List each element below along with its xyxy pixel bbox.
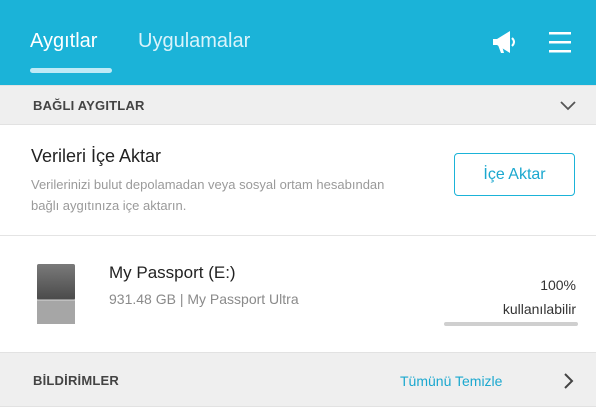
available-label: kullanılabilir (502, 301, 576, 317)
megaphone-icon[interactable] (488, 26, 520, 58)
notifications-header: BİLDİRİMLER Tümünü Temizle (0, 352, 596, 407)
hard-drive-icon (36, 263, 76, 325)
available-percent: 100% (540, 277, 576, 293)
import-data-description: Verilerinizi bulut depolamadan veya sosy… (31, 177, 385, 213)
chevron-down-icon[interactable] (559, 98, 577, 114)
device-info: 931.48 GB | My Passport Ultra (109, 291, 299, 307)
device-item[interactable]: My Passport (E:) 931.48 GB | My Passport… (0, 237, 596, 352)
capacity-bar (444, 322, 578, 326)
hamburger-menu-icon[interactable] (545, 26, 577, 58)
clear-all-link[interactable]: Tümünü Temizle (400, 373, 502, 389)
top-bar: Aygıtlar Uygulamalar (0, 0, 596, 85)
connected-devices-header[interactable]: BAĞLI AYGITLAR (0, 85, 596, 125)
import-data-title: Verileri İçe Aktar (31, 146, 162, 166)
connected-devices-heading: BAĞLI AYGITLAR (33, 98, 145, 113)
tab-apps[interactable]: Uygulamalar (138, 28, 250, 54)
tab-devices[interactable]: Aygıtlar (30, 28, 97, 54)
device-name: My Passport (E:) (109, 263, 236, 282)
capacity-bar-fill (444, 322, 578, 326)
import-data-panel: Verileri İçe Aktar Verilerinizi bulut de… (0, 126, 596, 236)
import-button[interactable]: İçe Aktar (454, 153, 575, 196)
chevron-right-icon[interactable] (562, 371, 576, 391)
active-tab-indicator (30, 68, 112, 73)
notifications-heading: BİLDİRİMLER (33, 373, 119, 388)
